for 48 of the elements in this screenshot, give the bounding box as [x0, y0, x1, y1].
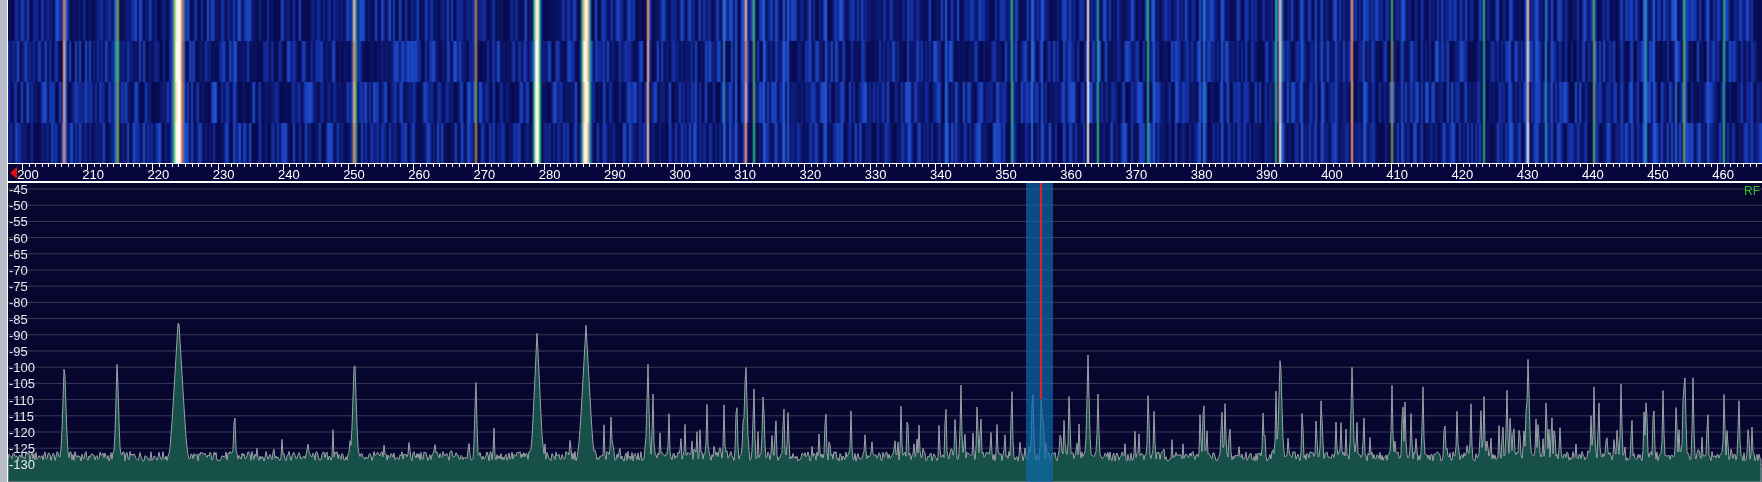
level-label: -130	[9, 457, 36, 473]
frequency-label: 240	[277, 167, 300, 182]
frequency-label: 330	[864, 167, 887, 182]
level-label: -125	[9, 441, 36, 457]
frequency-label: 340	[929, 167, 952, 182]
level-label: -95	[9, 344, 28, 359]
frequency-label: 390	[1255, 167, 1278, 182]
frequency-label: 430	[1516, 167, 1539, 182]
level-label: -115	[9, 408, 35, 424]
level-label: -120	[9, 425, 36, 440]
level-label: -55	[9, 214, 28, 230]
frequency-label: 320	[799, 167, 822, 182]
mode-label: RF	[1744, 184, 1760, 198]
frequency-label: 230	[212, 167, 235, 182]
frequency-label: 210	[82, 167, 105, 182]
frequency-label: 420	[1451, 167, 1474, 182]
frequency-label: 300	[669, 167, 691, 182]
level-label: -85	[9, 311, 28, 327]
frequency-label: 280	[538, 167, 561, 182]
frequency-label: 440	[1581, 167, 1604, 182]
frequency-label: 400	[1321, 167, 1343, 182]
level-label: -110	[9, 392, 35, 408]
frequency-label: 270	[473, 167, 496, 182]
frequency-label: 350	[995, 167, 1017, 182]
frequency-label: 450	[1647, 167, 1669, 182]
level-label: -45	[9, 183, 28, 197]
level-label: -75	[9, 279, 28, 295]
frequency-label: 460	[1712, 167, 1735, 182]
tuning-marker-line[interactable]	[1040, 183, 1042, 399]
level-label: -50	[9, 198, 28, 214]
level-label: -105	[9, 376, 36, 392]
level-label: -65	[9, 246, 28, 262]
level-label: -70	[9, 263, 28, 278]
frequency-label: 370	[1125, 167, 1148, 182]
frequency-label: 380	[1190, 167, 1213, 182]
frequency-label: 410	[1386, 167, 1409, 182]
level-label: -90	[9, 327, 28, 343]
frequency-label: 250	[343, 167, 365, 182]
frequency-label: 200	[17, 167, 39, 182]
level-label: -100	[9, 360, 36, 376]
level-label: -80	[9, 295, 28, 311]
frequency-label: 360	[1060, 167, 1083, 182]
level-label: -60	[9, 230, 28, 246]
frequency-label: 310	[734, 167, 757, 182]
tuned-band-highlight[interactable]	[1026, 183, 1053, 482]
frequency-label: 290	[603, 167, 626, 182]
frequency-label: 220	[147, 167, 170, 182]
frequency-label: 260	[408, 167, 431, 182]
